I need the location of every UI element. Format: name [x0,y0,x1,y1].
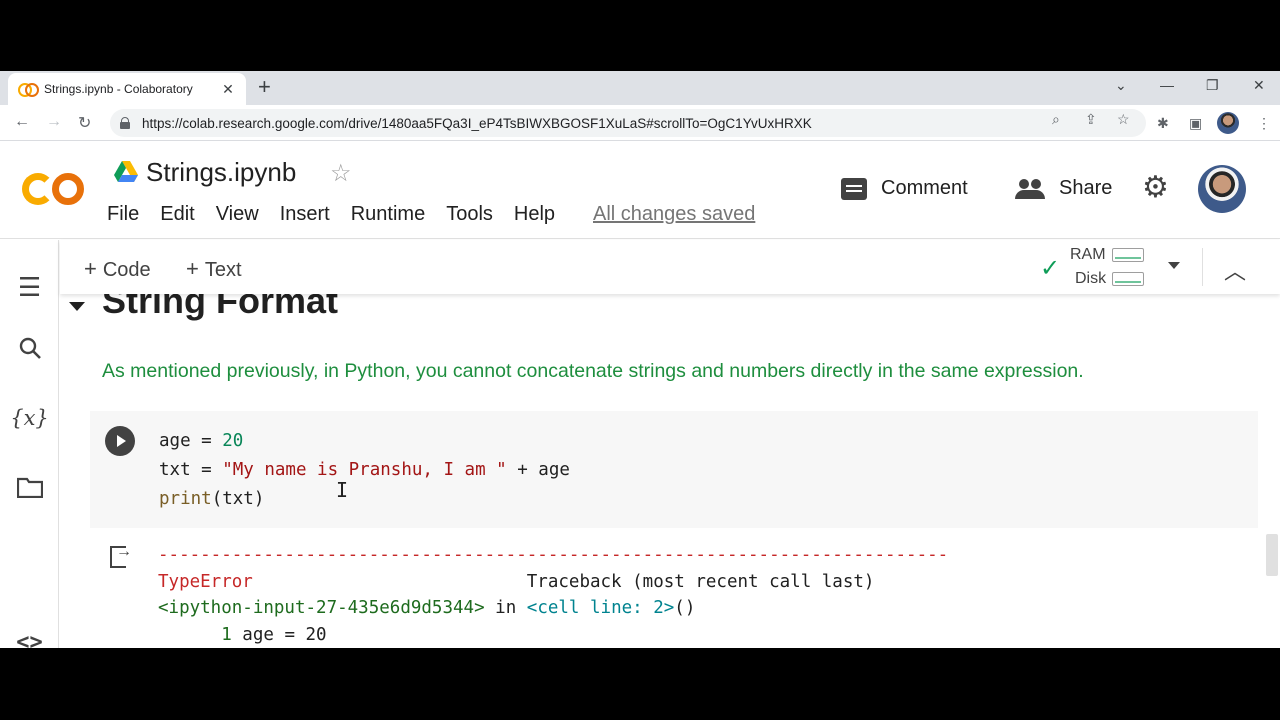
side-panel-icon[interactable]: ▣ [1189,115,1202,132]
add-code-button[interactable]: + Code [84,256,151,282]
code-line: txt = [159,460,223,480]
scrollbar-thumb[interactable] [1266,534,1278,576]
share-label: Share [1059,177,1113,199]
left-sidebar: ☰ {𝑥} <> [0,240,59,648]
lock-icon [120,117,130,129]
cell-line-reference[interactable]: <cell line: 2> [527,598,675,618]
variables-icon[interactable]: {𝑥} [0,406,59,430]
tab-title: Strings.ipynb - Colaboratory [44,82,193,96]
cell-output: ----------------------------------------… [158,542,948,648]
user-avatar[interactable] [1198,165,1246,213]
comment-label: Comment [881,177,968,199]
comment-button[interactable]: Comment [841,177,968,200]
address-bar: ← → ↻ https://colab.research.google.com/… [0,105,1280,141]
zoom-icon[interactable]: ⌕ [1052,111,1060,128]
code-line: (txt) [211,489,265,509]
folder-icon[interactable] [0,476,59,503]
in-word: in [484,598,527,618]
browser-tab[interactable]: Strings.ipynb - Colaboratory ✕ [8,73,246,105]
menu-insert[interactable]: Insert [280,203,330,226]
browser-profile-avatar[interactable] [1217,112,1239,134]
colab-header: Strings.ipynb ☆ File Edit View Insert Ru… [0,143,1280,239]
call-parens: () [674,598,696,618]
colab-favicon-icon [18,83,39,97]
code-line: age = [159,431,223,451]
input-reference: <ipython-input-27-435e6d9d5344> [158,598,485,618]
output-actions-icon[interactable] [110,543,132,568]
add-text-button[interactable]: + Text [186,256,242,282]
table-of-contents-icon[interactable]: ☰ [0,272,59,303]
url-text[interactable]: https://colab.research.google.com/drive/… [142,116,812,131]
check-icon: ✓ [1040,255,1061,282]
share-page-icon[interactable]: ⇪ [1085,111,1097,128]
notebook-content: String Format As mentioned previously, i… [60,294,1280,648]
add-text-label: Text [204,259,242,281]
plus-icon: + [84,256,97,281]
code-number: 20 [222,431,244,451]
close-window-icon[interactable]: ✕ [1253,77,1265,94]
browser-tab-bar: Strings.ipynb - Colaboratory ✕ + ⌄ — ❐ ✕ [0,71,1280,105]
forward-icon[interactable]: → [46,113,62,131]
star-icon[interactable]: ☆ [330,159,352,188]
output-dashes: ----------------------------------------… [158,545,949,565]
notebook-title[interactable]: Strings.ipynb [146,157,296,188]
code-snippets-icon[interactable]: <> [0,630,59,648]
runtime-dropdown-caret-icon[interactable] [1168,262,1180,269]
run-cell-play-icon[interactable] [105,426,135,456]
toolbar-divider [1202,248,1203,286]
menu-runtime[interactable]: Runtime [351,203,425,226]
traceback-line-code: age = 20 [231,624,327,645]
url-omnibox[interactable]: https://colab.research.google.com/drive/… [110,109,1146,137]
section-collapse-caret-icon[interactable] [69,302,85,311]
google-drive-icon[interactable] [114,161,138,183]
traceback-label: Traceback (most recent call last) [526,571,875,592]
colab-logo-icon[interactable] [22,169,86,209]
disk-label[interactable]: Disk [1075,270,1106,288]
code-line: + age [506,460,570,480]
error-type: TypeError [158,571,253,592]
menu-edit[interactable]: Edit [160,203,194,226]
plus-icon: + [186,256,199,281]
menu-file[interactable]: File [107,203,139,226]
ram-usage-bar[interactable] [1112,248,1144,262]
tab-search-chevron-icon[interactable]: ⌄ [1115,77,1127,94]
people-icon [1015,178,1045,199]
chevron-up-icon[interactable]: ︿ [1224,254,1246,286]
minimize-icon[interactable]: — [1160,77,1174,93]
share-button[interactable]: Share [1015,177,1112,200]
screen: Strings.ipynb - Colaboratory ✕ + ⌄ — ❐ ✕… [0,71,1280,648]
save-status[interactable]: All changes saved [593,203,755,226]
text-cell-paragraph: As mentioned previously, in Python, you … [102,360,1084,382]
menu-view[interactable]: View [216,203,259,226]
gear-icon[interactable]: ⚙ [1142,173,1169,203]
text-cursor-icon: I [336,478,349,502]
search-icon[interactable] [0,336,59,365]
section-heading: String Format [102,294,339,321]
menu-help[interactable]: Help [514,203,555,226]
tab-close-icon[interactable]: ✕ [220,81,236,98]
add-code-label: Code [102,259,151,281]
code-editor[interactable]: age = 20 txt = "My name is Pranshu, I am… [159,427,570,514]
disk-usage-bar[interactable] [1112,272,1144,286]
code-string: "My name is Pranshu, I am " [222,460,507,480]
reload-icon[interactable]: ↻ [78,113,91,133]
traceback-line-number: 1 [158,624,232,645]
menu-bar: File Edit View Insert Runtime Tools Help [107,203,555,226]
notebook-toolbar: + Code + Text ✓ RAM Disk ︿ [60,240,1280,294]
menu-tools[interactable]: Tools [446,203,493,226]
restore-icon[interactable]: ❐ [1206,77,1219,94]
code-function: print [159,489,212,509]
ram-label[interactable]: RAM [1070,246,1106,264]
bookmark-star-icon[interactable]: ☆ [1117,111,1130,128]
browser-menu-icon[interactable]: ⋮ [1257,115,1271,132]
extensions-icon[interactable]: ✱ [1157,115,1169,132]
comment-icon [841,177,867,200]
back-icon[interactable]: ← [14,113,30,131]
code-cell[interactable]: age = 20 txt = "My name is Pranshu, I am… [90,411,1258,528]
new-tab-button[interactable]: + [258,76,271,98]
